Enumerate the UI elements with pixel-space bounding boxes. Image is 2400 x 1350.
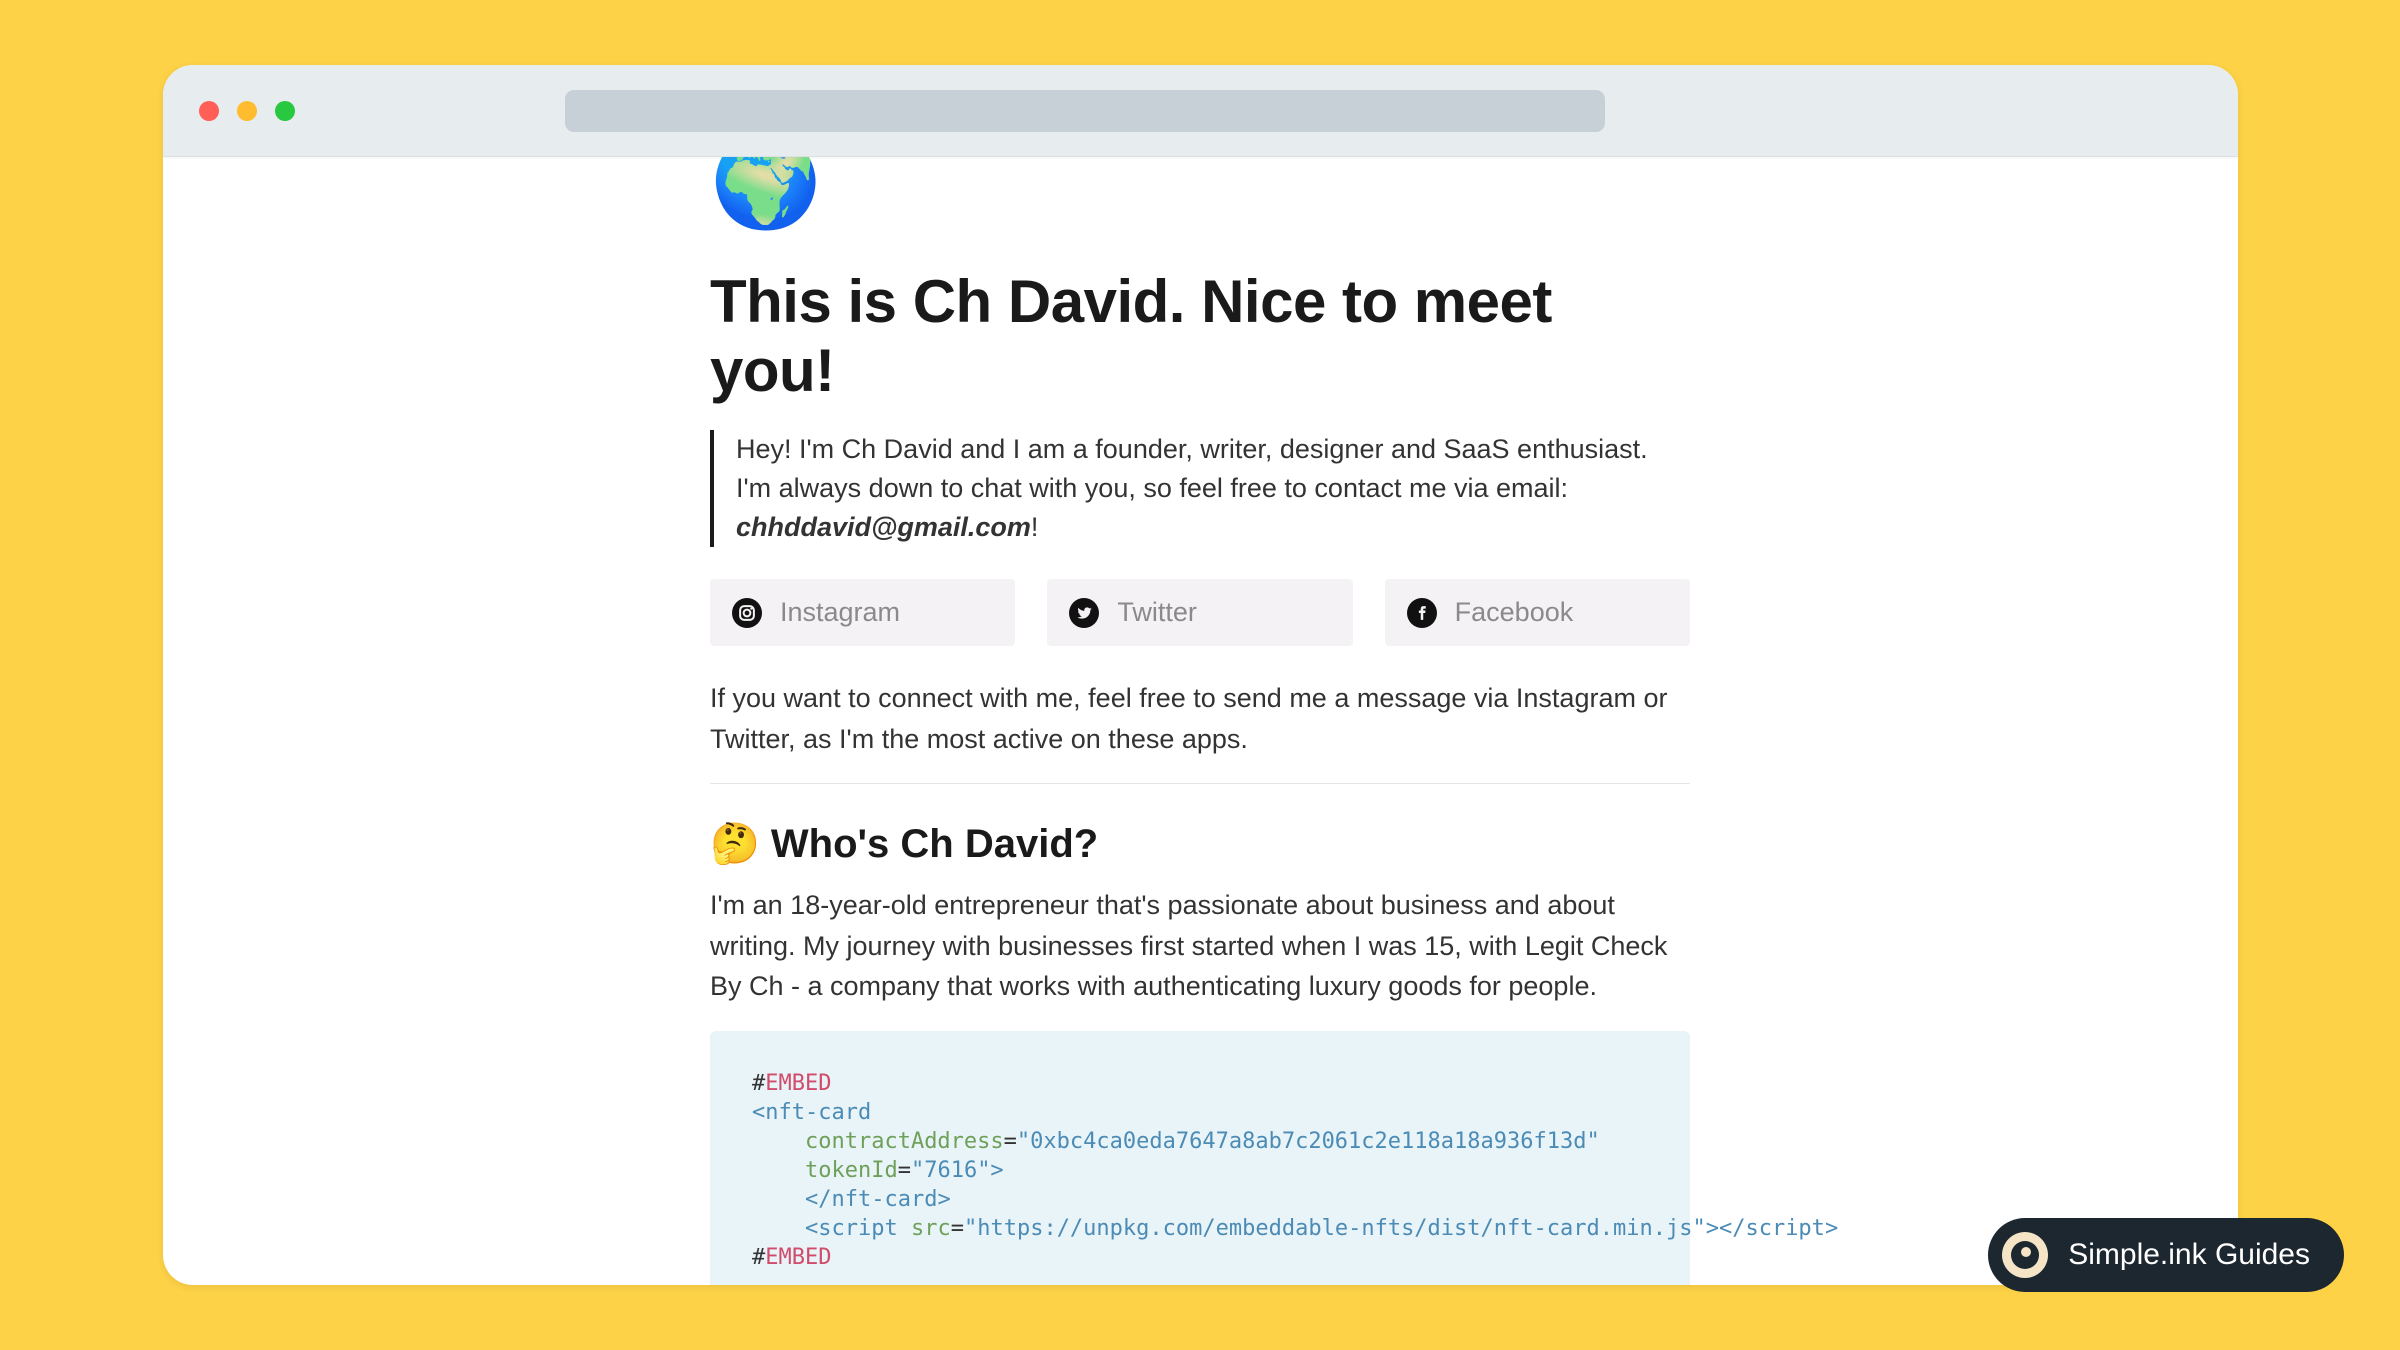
- close-window-button[interactable]: [199, 101, 219, 121]
- intro-email: chhddavid@gmail.com: [736, 512, 1031, 542]
- who-text: I'm an 18-year-old entrepreneur that's p…: [710, 885, 1690, 1007]
- intro-quote: Hey! I'm Ch David and I am a founder, wr…: [710, 430, 1690, 547]
- page-title: This is Ch David. Nice to meet you!: [710, 267, 1690, 405]
- divider: [710, 783, 1690, 784]
- who-heading: 🤔 Who's Ch David?: [710, 820, 1690, 867]
- minimize-window-button[interactable]: [237, 101, 257, 121]
- code-embed-close: EMBED: [765, 1245, 831, 1270]
- maximize-window-button[interactable]: [275, 101, 295, 121]
- social-instagram[interactable]: Instagram: [710, 579, 1015, 646]
- social-twitter[interactable]: Twitter: [1047, 579, 1352, 646]
- social-row: Instagram Twitter Facebook: [710, 579, 1690, 646]
- page-content: 🌍 This is Ch David. Nice to meet you! He…: [163, 157, 2238, 1285]
- twitter-label: Twitter: [1117, 597, 1197, 628]
- url-bar[interactable]: [565, 90, 1605, 132]
- twitter-icon: [1069, 598, 1099, 628]
- facebook-label: Facebook: [1455, 597, 1574, 628]
- instagram-icon: [732, 598, 762, 628]
- globe-icon: 🌍: [710, 157, 1690, 227]
- traffic-lights: [199, 101, 295, 121]
- facebook-icon: [1407, 598, 1437, 628]
- code-block: #EMBED <nft-card contractAddress="0xbc4c…: [710, 1031, 1690, 1285]
- guides-label: Simple.ink Guides: [2068, 1238, 2310, 1272]
- browser-chrome: [163, 65, 2238, 157]
- guides-pill[interactable]: Simple.ink Guides: [1988, 1218, 2344, 1292]
- social-facebook[interactable]: Facebook: [1385, 579, 1690, 646]
- intro-text: Hey! I'm Ch David and I am a founder, wr…: [736, 430, 1690, 547]
- connect-text: If you want to connect with me, feel fre…: [710, 678, 1690, 759]
- intro-prefix: Hey! I'm Ch David and I am a founder, wr…: [736, 434, 1648, 503]
- intro-suffix: !: [1031, 512, 1039, 542]
- browser-window: 🌍 This is Ch David. Nice to meet you! He…: [163, 65, 2238, 1285]
- simpleink-logo-icon: [2002, 1232, 2048, 1278]
- instagram-label: Instagram: [780, 597, 900, 628]
- code-embed-open: EMBED: [765, 1071, 831, 1096]
